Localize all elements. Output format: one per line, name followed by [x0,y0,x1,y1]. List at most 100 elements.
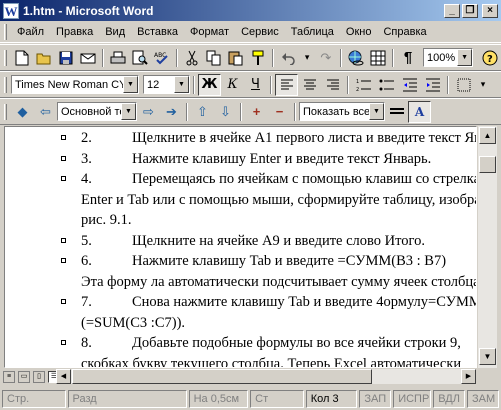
undo-dropdown-icon[interactable]: ▾ [300,47,315,69]
new-icon[interactable] [11,47,33,69]
copy-icon[interactable] [203,47,225,69]
align-right-icon[interactable] [321,74,344,96]
menu-insert[interactable]: Вставка [131,24,184,40]
status-trk[interactable]: ИСПР [393,389,432,408]
vertical-scrollbar[interactable]: ▲ ▼ [477,126,497,368]
demote-to-body-icon[interactable]: ➔ [160,101,183,123]
underline-button[interactable]: Ч [244,74,267,96]
horizontal-scrollbar[interactable]: ◀ ▶ [56,369,476,384]
undo-icon[interactable] [277,47,299,69]
close-button[interactable]: × [482,3,498,18]
chevron-down-icon[interactable]: ▼ [174,76,189,93]
move-down-icon[interactable]: ⇩ [214,101,237,123]
title-bar: W 1.htm - Microsoft Word _ ❐ × [0,0,501,21]
status-rec[interactable]: ЗАП [359,389,392,408]
bullets-icon[interactable] [375,74,398,96]
paste-icon[interactable] [225,47,247,69]
status-ext[interactable]: ВДЛ [433,389,466,408]
print-icon[interactable] [107,47,129,69]
cut-icon[interactable] [181,47,203,69]
toolbar-grip[interactable] [4,103,7,120]
show-formatting-icon[interactable]: A [408,100,431,123]
menu-table[interactable]: Таблица [285,24,340,40]
menu-file[interactable]: Файл [11,24,50,40]
vertical-scroll-thumb[interactable] [479,156,496,173]
menu-window[interactable]: Окно [340,24,378,40]
list-item: 4. Перемещаясь по ячейкам с помощью клави… [5,169,477,190]
borders-dropdown-icon[interactable]: ▾ [475,74,491,96]
list-item: 2. Щелкните в ячейке А1 первого листа и в… [5,128,476,149]
show-first-line-icon[interactable] [385,101,408,123]
menu-tools[interactable]: Сервис [235,24,285,40]
scroll-down-icon[interactable]: ▼ [479,348,496,365]
menu-edit[interactable]: Правка [50,24,99,40]
menubar-grip[interactable] [4,24,7,40]
toolbar-grip[interactable] [4,49,7,66]
web-layout-icon[interactable]: ▭ [18,370,30,383]
style-select[interactable]: Основной текст ▼ [57,102,137,121]
scroll-left-icon[interactable]: ◀ [56,369,71,384]
view-and-hscroll-bar: ≡ ▭ ▯ ☰ ◀ ▶ [0,368,501,385]
open-icon[interactable] [33,47,55,69]
normal-view-icon[interactable]: ≡ [3,370,15,383]
horizontal-scroll-thumb[interactable] [72,369,372,384]
print-preview-icon[interactable] [129,47,151,69]
bullet-square-icon [61,340,66,345]
decrease-indent-icon[interactable] [398,74,421,96]
move-up-icon[interactable]: ⇧ [191,101,214,123]
bold-button[interactable]: Ж [198,73,221,96]
chevron-down-icon[interactable]: ▼ [123,76,138,93]
svg-text:1: 1 [356,79,359,85]
toolbar-separator [294,102,296,121]
list-item-number: 7. [81,294,92,310]
chevron-down-icon[interactable]: ▼ [369,103,384,120]
promote-icon[interactable]: ◆ [11,101,34,123]
word-doc-icon[interactable]: W [3,2,19,19]
arrow-left-icon[interactable]: ⇦ [34,101,57,123]
minimize-button[interactable]: _ [444,3,460,18]
status-page: Стр. [2,389,66,408]
menu-format[interactable]: Формат [184,24,235,40]
status-position: На 0,5см [188,389,249,408]
menu-help[interactable]: Справка [377,24,432,40]
font-select[interactable]: Times New Roman CYR ▼ [11,75,139,94]
menu-view[interactable]: Вид [99,24,131,40]
hyperlink-icon[interactable] [345,47,367,69]
font-size-select[interactable]: 12 ▼ [143,75,190,94]
chevron-down-icon[interactable]: ▼ [457,49,473,66]
bullet-square-icon [61,135,66,140]
numbering-icon[interactable]: 12 [352,74,375,96]
scroll-up-icon[interactable]: ▲ [479,127,496,144]
zoom-select[interactable]: 100% ▼ [423,48,474,67]
show-hide-icon[interactable]: ¶ [397,47,419,69]
formatting-toolbar: Times New Roman CYR ▼ 12 ▼ Ж К Ч 12 ▾ [0,71,501,98]
spelling-icon[interactable]: ABC [151,47,173,69]
restore-button[interactable]: ❐ [462,3,478,18]
toolbar-grip[interactable] [4,76,7,93]
window-title: 1.htm - Microsoft Word [23,3,154,18]
increase-indent-icon[interactable] [421,74,444,96]
show-level-select[interactable]: Показать все ▼ [299,102,385,121]
expand-icon[interactable]: + [245,101,268,123]
format-painter-icon[interactable] [247,47,269,69]
arrow-right-icon[interactable]: ⇨ [137,101,160,123]
toolbar-separator [339,48,342,67]
document-body: 2. Щелкните в ячейке А1 первого листа и в… [5,128,477,367]
help-icon[interactable]: ? [479,47,501,69]
document-area[interactable]: 2. Щелкните в ячейке А1 первого листа и в… [4,126,477,368]
italic-button[interactable]: К [221,74,244,96]
borders-icon[interactable] [452,74,475,96]
save-icon[interactable] [55,47,77,69]
print-layout-icon[interactable]: ▯ [33,370,45,383]
chevron-down-icon[interactable]: ▼ [121,103,136,120]
tables-borders-icon[interactable] [367,47,389,69]
list-item-text: Перемещаясь по ячейкам с помощью клавиш … [132,171,477,187]
email-icon[interactable] [77,47,99,69]
redo-icon[interactable]: ↷ [315,47,337,69]
collapse-icon[interactable]: − [268,101,291,123]
scroll-right-icon[interactable]: ▶ [461,369,476,384]
list-item-text: Добавьте подобные формулы во все ячейки … [132,335,461,351]
status-ovr[interactable]: ЗАМ [467,389,500,408]
align-left-icon[interactable] [275,73,298,96]
align-center-icon[interactable] [298,74,321,96]
